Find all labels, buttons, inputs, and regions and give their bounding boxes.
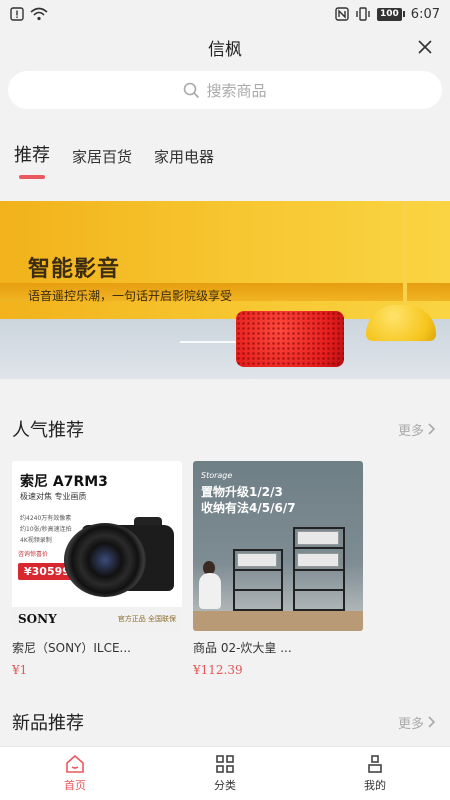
status-bar: 100 6:07 xyxy=(0,0,450,28)
search-wrapper: 搜索商品 xyxy=(0,66,450,109)
new-arrivals-section: 新品推荐 更多 xyxy=(0,702,450,742)
microwave xyxy=(237,553,277,567)
tab-recommended[interactable]: 推荐 xyxy=(14,141,50,181)
more-label: 更多 xyxy=(397,423,424,439)
camera-lens xyxy=(64,523,146,597)
bottom-navigation: 首页 分类 我的 xyxy=(0,746,450,800)
product-image-footer: SONY 官方正品 全国联保 xyxy=(12,607,182,631)
product-card[interactable]: 索尼 A7RM3 极速对焦 专业画质 约4240万有效像素 约10张/秒高速连拍… xyxy=(12,461,182,677)
close-button[interactable] xyxy=(414,36,436,58)
feature-item: 约10张/秒高速连拍 xyxy=(20,526,72,533)
person xyxy=(199,573,221,609)
home-icon xyxy=(66,754,84,773)
popular-section: 人气推荐 更多 索尼 A7RM3 极速对焦 专业画质 约4240万有效像素 约1… xyxy=(0,409,450,677)
nav-label: 首页 xyxy=(64,779,86,792)
section-title: 人气推荐 xyxy=(12,420,84,441)
popular-more-link[interactable]: 更多 xyxy=(398,420,436,439)
product-image-features: 约4240万有效像素 约10张/秒高速连拍 4K视频录制 xyxy=(20,513,72,546)
brand-logo: SONY xyxy=(18,612,57,626)
app-screen: 100 6:07 信枫 搜索商品 推荐 家居百货 家用电器 智能影音 语音遥控乐… xyxy=(0,0,450,800)
product-image: Storage 置物升级1/2/3 收纳有法4/5/6/7 xyxy=(193,461,363,631)
product-price: ¥112.39 xyxy=(193,663,243,677)
microwave-2 xyxy=(297,553,339,567)
product-image: 索尼 A7RM3 极速对焦 专业画质 约4240万有效像素 约10张/秒高速连拍… xyxy=(12,461,182,631)
banner-speaker-image xyxy=(236,311,344,367)
chevron-right-icon xyxy=(428,423,436,435)
product-image-line-2: 收纳有法4/5/6/7 xyxy=(201,501,296,515)
feature-item: 4K视频录制 xyxy=(20,537,52,544)
authentic-badge: 官方正品 全国联保 xyxy=(117,615,176,623)
product-image-slogan: 极速对焦 专业画质 xyxy=(20,492,87,501)
banner-title: 智能影音 xyxy=(28,257,121,282)
battery-icon: 100 xyxy=(377,7,405,21)
category-icon xyxy=(216,755,234,773)
nav-label: 我的 xyxy=(364,779,386,792)
nav-profile[interactable]: 我的 xyxy=(300,747,450,800)
banner-cable xyxy=(180,341,240,343)
popular-header: 人气推荐 更多 xyxy=(0,409,450,449)
alert-icon xyxy=(10,7,24,21)
product-name: 索尼（SONY）ILCE... xyxy=(12,641,131,655)
chevron-right-icon xyxy=(428,716,436,728)
page-title: 信枫 xyxy=(208,39,242,60)
oven xyxy=(297,531,339,545)
product-card[interactable]: Storage 置物升级1/2/3 收纳有法4/5/6/7 商品 02-炊大皇 … xyxy=(193,461,363,677)
profile-icon xyxy=(368,755,382,773)
new-arrivals-more-link[interactable]: 更多 xyxy=(398,713,436,732)
feature-item: 约4240万有效像素 xyxy=(20,515,72,522)
product-name: 商品 02-炊大皇 ... xyxy=(193,641,292,655)
floor xyxy=(193,611,363,631)
nav-label: 分类 xyxy=(214,779,236,792)
nfc-icon xyxy=(335,7,349,21)
search-input[interactable]: 搜索商品 xyxy=(8,71,442,109)
promo-banner[interactable]: 智能影音 语音遥控乐潮，一句话开启影院级享受 xyxy=(0,201,450,379)
tab-appliances[interactable]: 家用电器 xyxy=(154,146,214,181)
search-icon xyxy=(184,82,200,98)
tab-home-goods[interactable]: 家居百货 xyxy=(72,146,132,181)
section-title: 新品推荐 xyxy=(12,713,84,734)
product-list: 索尼 A7RM3 极速对焦 专业画质 约4240万有效像素 约10张/秒高速连拍… xyxy=(0,449,450,677)
close-icon xyxy=(418,40,432,54)
vibrate-icon xyxy=(355,7,371,21)
product-image-tag: 咨询惊喜价 xyxy=(18,551,49,558)
new-arrivals-header: 新品推荐 更多 xyxy=(0,702,450,742)
search-placeholder: 搜索商品 xyxy=(206,81,267,100)
nav-home[interactable]: 首页 xyxy=(0,747,150,800)
wifi-icon xyxy=(30,7,48,21)
product-image-title: Storage xyxy=(201,471,233,480)
more-label: 更多 xyxy=(397,716,424,732)
product-image-line-1: 置物升级1/2/3 xyxy=(201,485,283,499)
banner-subtitle: 语音遥控乐潮，一句话开启影院级享受 xyxy=(28,289,233,303)
category-tabs: 推荐 家居百货 家用电器 xyxy=(0,109,450,181)
app-header: 信枫 xyxy=(0,28,450,66)
product-price: ¥1 xyxy=(12,663,28,677)
battery-level: 100 xyxy=(377,7,402,21)
product-image-title: 索尼 A7RM3 xyxy=(20,474,108,490)
nav-category[interactable]: 分类 xyxy=(150,747,300,800)
status-time: 6:07 xyxy=(410,6,440,22)
